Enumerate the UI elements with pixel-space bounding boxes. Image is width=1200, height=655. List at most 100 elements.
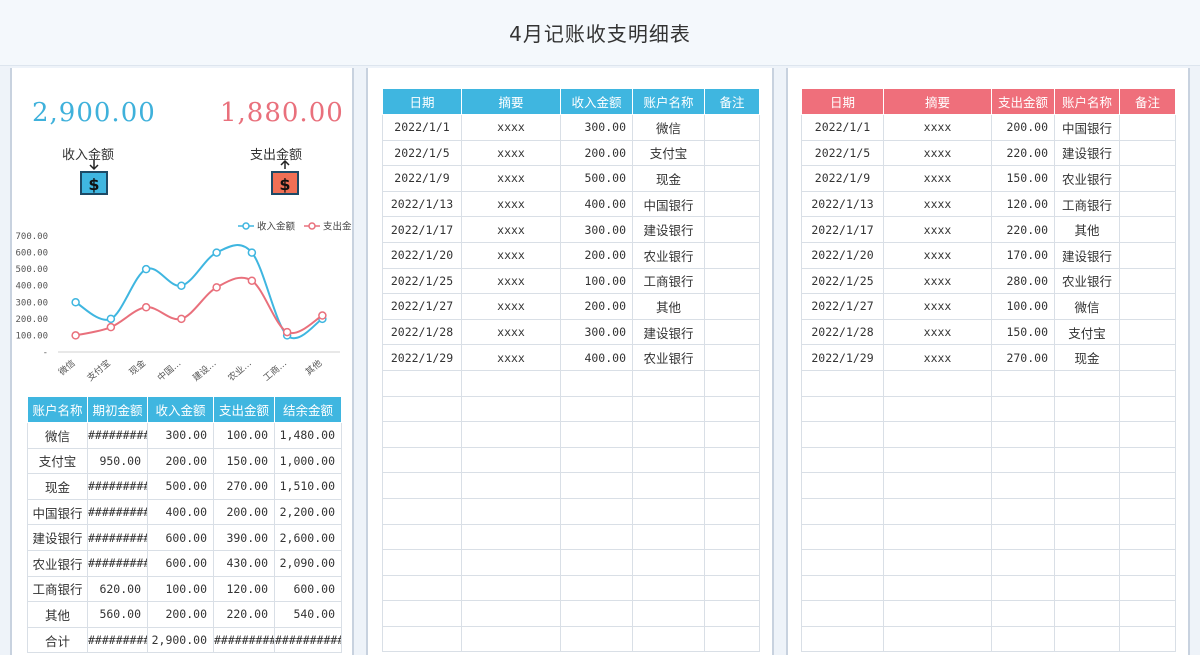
expense-empty-cell[interactable] (1054, 446, 1120, 474)
expense-cell[interactable]: 220.00 (991, 139, 1055, 167)
expense-empty-cell[interactable] (883, 472, 992, 499)
expense-empty-cell[interactable] (1119, 369, 1176, 397)
account-cell[interactable]: ######### (87, 626, 148, 654)
expense-empty-cell[interactable] (883, 625, 992, 653)
expense-cell[interactable]: 150.00 (991, 165, 1055, 192)
expense-cell[interactable]: 2022/1/20 (801, 241, 884, 269)
income-empty-cell[interactable] (632, 369, 705, 397)
expense-cell[interactable]: 工商银行 (1054, 190, 1120, 218)
income-header-2[interactable]: 收入金额 (560, 88, 633, 115)
income-empty-cell[interactable] (560, 600, 633, 627)
income-empty-cell[interactable] (560, 446, 633, 474)
expense-cell[interactable]: xxxx (883, 139, 992, 167)
account-header-0[interactable]: 账户名称 (27, 396, 88, 423)
account-header-2[interactable]: 收入金额 (147, 396, 214, 423)
account-cell[interactable]: ######### (213, 626, 275, 654)
account-cell[interactable]: 120.00 (213, 575, 275, 603)
expense-cell[interactable]: 其他 (1054, 216, 1120, 243)
account-cell[interactable]: 950.00 (87, 447, 148, 475)
expense-empty-cell[interactable] (991, 395, 1055, 423)
income-cell[interactable] (704, 267, 760, 295)
account-cell[interactable]: 430.00 (213, 549, 275, 577)
income-empty-cell[interactable] (632, 625, 705, 653)
income-cell[interactable]: 支付宝 (632, 139, 705, 167)
income-empty-cell[interactable] (704, 472, 760, 499)
account-cell[interactable]: 200.00 (147, 601, 214, 628)
expense-header-2[interactable]: 支出金额 (991, 88, 1055, 115)
income-cell[interactable] (704, 165, 760, 192)
income-empty-cell[interactable] (461, 369, 561, 397)
income-empty-cell[interactable] (632, 421, 705, 448)
income-empty-cell[interactable] (704, 497, 760, 525)
account-header-1[interactable]: 期初金额 (87, 396, 148, 423)
expense-cell[interactable]: 170.00 (991, 241, 1055, 269)
income-cell[interactable] (704, 114, 760, 141)
income-cell[interactable]: xxxx (461, 267, 561, 295)
expense-cell[interactable] (1119, 293, 1176, 320)
account-cell[interactable]: 200.00 (147, 447, 214, 475)
income-empty-cell[interactable] (632, 549, 705, 576)
account-cell[interactable]: 390.00 (213, 524, 275, 551)
account-cell[interactable]: 600.00 (147, 549, 214, 577)
expense-empty-cell[interactable] (991, 446, 1055, 474)
expense-empty-cell[interactable] (1119, 395, 1176, 423)
income-cell[interactable]: xxxx (461, 114, 561, 141)
account-cell[interactable]: ######### (87, 549, 148, 577)
income-empty-cell[interactable] (704, 369, 760, 397)
expense-cell[interactable]: 中国银行 (1054, 114, 1120, 141)
account-cell[interactable]: 1,480.00 (274, 422, 342, 449)
account-cell[interactable]: ######### (87, 422, 148, 449)
income-cell[interactable]: 工商银行 (632, 267, 705, 295)
income-cell[interactable]: 现金 (632, 165, 705, 192)
expense-empty-cell[interactable] (801, 446, 884, 474)
expense-cell[interactable]: 微信 (1054, 293, 1120, 320)
expense-empty-cell[interactable] (991, 574, 1055, 602)
expense-cell[interactable] (1119, 190, 1176, 218)
expense-cell[interactable]: xxxx (883, 267, 992, 295)
income-empty-cell[interactable] (382, 497, 462, 525)
expense-header-4[interactable]: 备注 (1119, 88, 1176, 115)
account-cell[interactable]: ######### (87, 524, 148, 551)
expense-cell[interactable]: 支付宝 (1054, 318, 1120, 346)
account-cell[interactable]: 220.00 (213, 601, 275, 628)
income-cell[interactable]: 300.00 (560, 318, 633, 346)
income-cell[interactable]: xxxx (461, 190, 561, 218)
income-empty-cell[interactable] (632, 446, 705, 474)
income-empty-cell[interactable] (461, 523, 561, 551)
income-empty-cell[interactable] (632, 497, 705, 525)
expense-empty-cell[interactable] (1119, 523, 1176, 551)
expense-cell[interactable]: 100.00 (991, 293, 1055, 320)
expense-cell[interactable]: 2022/1/17 (801, 216, 884, 243)
expense-empty-cell[interactable] (1054, 421, 1120, 448)
income-empty-cell[interactable] (632, 395, 705, 423)
income-cell[interactable] (704, 318, 760, 346)
expense-empty-cell[interactable] (991, 523, 1055, 551)
income-empty-cell[interactable] (382, 625, 462, 653)
income-empty-cell[interactable] (632, 523, 705, 551)
income-empty-cell[interactable] (704, 446, 760, 474)
income-empty-cell[interactable] (560, 549, 633, 576)
income-cell[interactable]: xxxx (461, 139, 561, 167)
income-empty-cell[interactable] (382, 395, 462, 423)
income-empty-cell[interactable] (382, 549, 462, 576)
income-cell[interactable]: 微信 (632, 114, 705, 141)
expense-cell[interactable]: 2022/1/25 (801, 267, 884, 295)
account-cell[interactable]: 支付宝 (27, 447, 88, 475)
expense-empty-cell[interactable] (801, 395, 884, 423)
expense-empty-cell[interactable] (883, 523, 992, 551)
expense-cell[interactable]: xxxx (883, 190, 992, 218)
expense-cell[interactable]: 2022/1/28 (801, 318, 884, 346)
income-empty-cell[interactable] (382, 472, 462, 499)
income-cell[interactable]: 400.00 (560, 190, 633, 218)
income-empty-cell[interactable] (560, 472, 633, 499)
expense-empty-cell[interactable] (801, 600, 884, 627)
income-cell[interactable]: 300.00 (560, 114, 633, 141)
income-cell[interactable] (704, 241, 760, 269)
expense-cell[interactable]: 建设银行 (1054, 241, 1120, 269)
expense-cell[interactable] (1119, 267, 1176, 295)
expense-cell[interactable]: 2022/1/9 (801, 165, 884, 192)
income-cell[interactable]: 2022/1/27 (382, 293, 462, 320)
income-cell[interactable]: 2022/1/29 (382, 344, 462, 371)
expense-empty-cell[interactable] (801, 625, 884, 653)
expense-cell[interactable]: 200.00 (991, 114, 1055, 141)
